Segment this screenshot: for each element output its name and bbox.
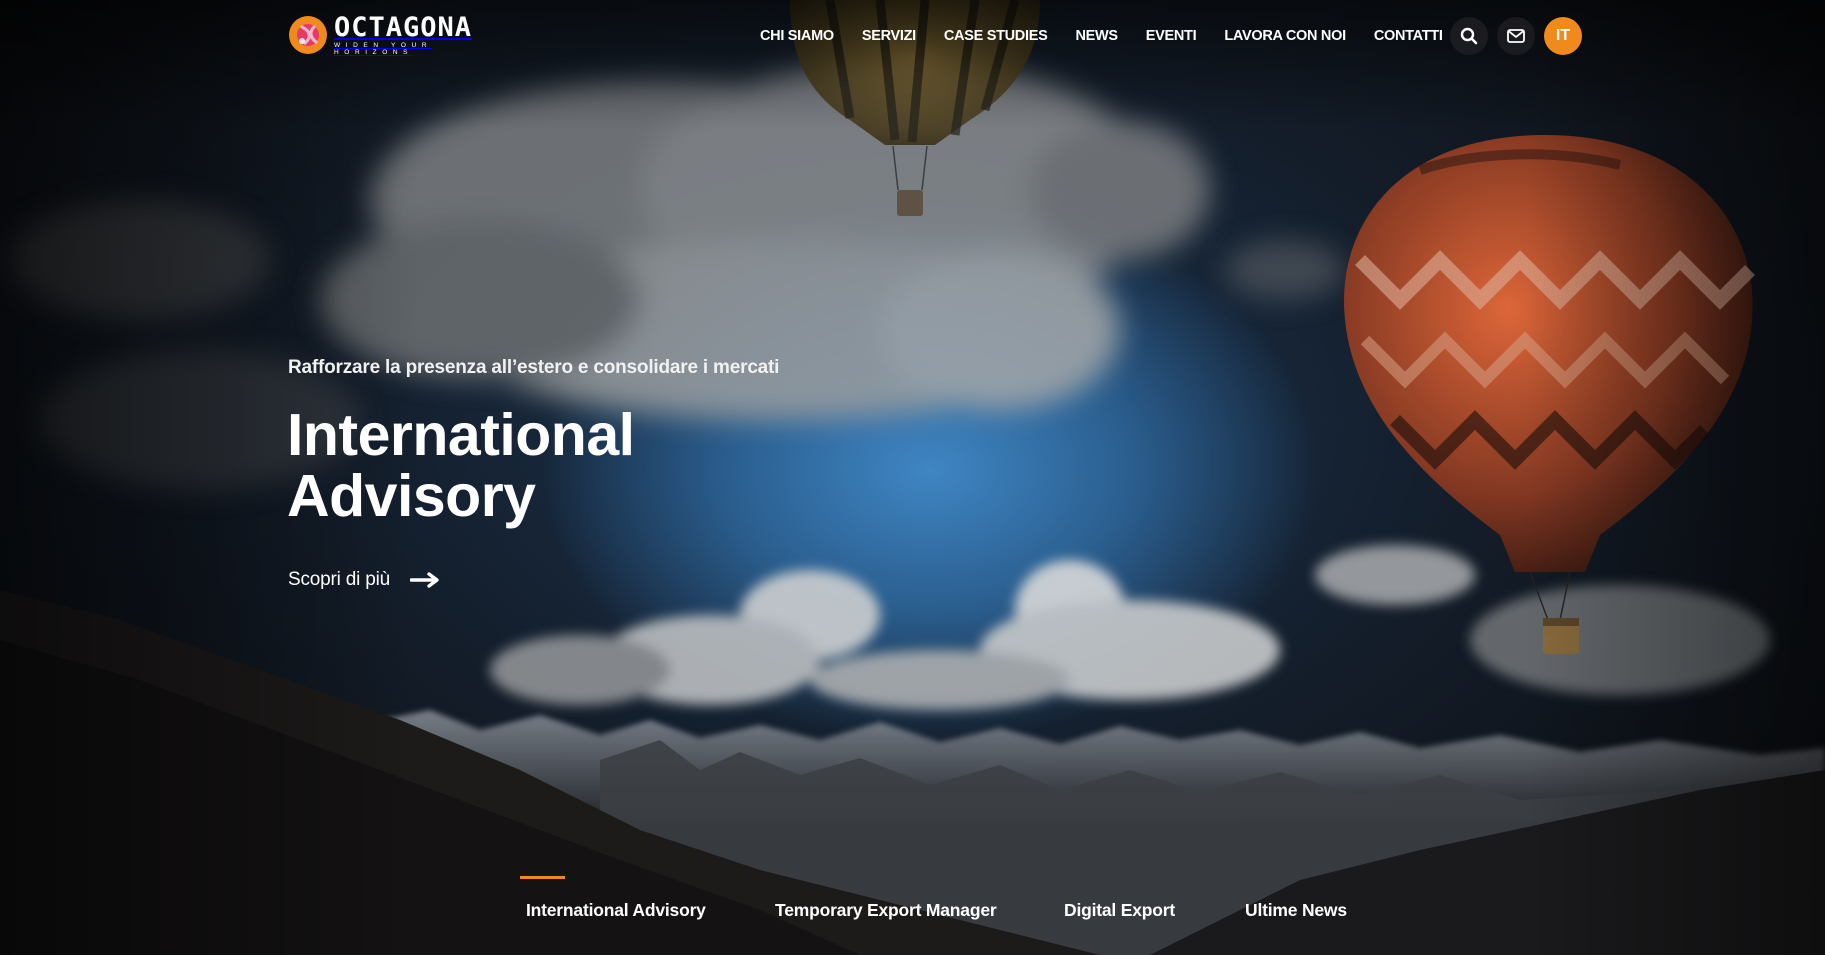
- logo-wordmark: OCTAGONA: [334, 12, 473, 43]
- active-tab-indicator: [520, 876, 565, 879]
- search-icon: [1460, 27, 1478, 45]
- discover-more-label: Scopri di più: [288, 569, 390, 590]
- nav-item-news[interactable]: NEWS: [1075, 28, 1118, 44]
- tab-label: Digital Export: [1064, 899, 1175, 920]
- hero-eyebrow: Rafforzare la presenza all’estero e cons…: [288, 357, 780, 378]
- nav-item-lavora-con-noi[interactable]: LAVORA CON NOI: [1224, 28, 1346, 44]
- hero-slider-tabs: International Advisory Temporary Export …: [0, 870, 1825, 930]
- nav-item-case-studies[interactable]: CASE STUDIES: [944, 28, 1048, 44]
- mail-button[interactable]: [1497, 17, 1535, 55]
- tab-international-advisory[interactable]: International Advisory: [520, 870, 706, 930]
- tab-label: Temporary Export Manager: [775, 899, 997, 920]
- discover-more-link[interactable]: Scopri di più: [288, 568, 440, 592]
- tab-digital-export[interactable]: Digital Export: [1064, 870, 1175, 930]
- hero-title-line-1: International: [287, 402, 635, 468]
- nav-item-chi-siamo[interactable]: CHI SIAMO: [760, 28, 834, 44]
- mail-icon: [1507, 29, 1525, 43]
- hero-title: International Advisory: [287, 405, 807, 527]
- logo-tagline: WIDEN YOUR HORIZONS: [334, 42, 433, 56]
- nav-item-servizi[interactable]: SERVIZI: [862, 28, 916, 44]
- arrow-right-icon: [409, 572, 439, 588]
- nav-item-contatti[interactable]: CONTATTI: [1374, 28, 1443, 44]
- hero-vignette: [0, 0, 1825, 955]
- header-actions: IT: [1450, 17, 1582, 55]
- octagona-logo-icon: [289, 16, 327, 54]
- tab-label: Ultime News: [1245, 899, 1347, 920]
- logo[interactable]: OCTAGONA WIDEN YOUR HORIZONS: [288, 14, 510, 56]
- hero-background: [0, 0, 1825, 955]
- search-button[interactable]: [1450, 17, 1488, 55]
- hero-title-line-2: Advisory: [287, 463, 536, 529]
- main-nav: CHI SIAMO SERVIZI CASE STUDIES NEWS EVEN…: [760, 0, 1471, 72]
- site-header: OCTAGONA WIDEN YOUR HORIZONS CHI SIAMO S…: [0, 0, 1825, 72]
- language-switch-button[interactable]: IT: [1544, 17, 1582, 55]
- tab-ultime-news[interactable]: Ultime News: [1245, 870, 1347, 930]
- tab-temporary-export-manager[interactable]: Temporary Export Manager: [775, 870, 997, 930]
- nav-item-eventi[interactable]: EVENTI: [1146, 28, 1197, 44]
- tab-label: International Advisory: [526, 899, 706, 920]
